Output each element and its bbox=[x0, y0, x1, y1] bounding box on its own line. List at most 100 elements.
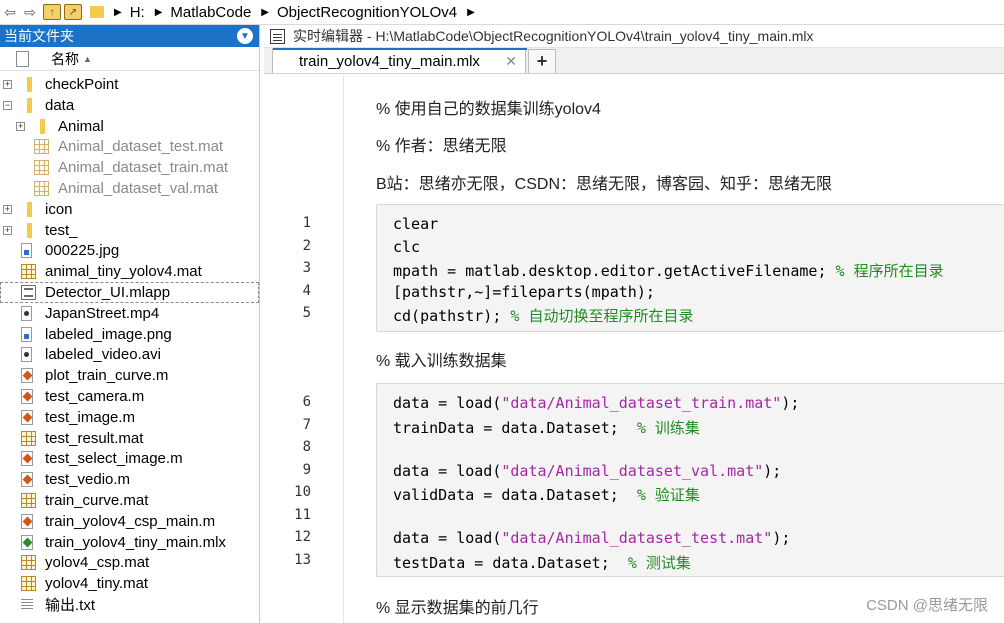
file-tree-item[interactable]: train_yolov4_tiny_main.mlx bbox=[0, 532, 259, 553]
file-tree-item[interactable]: train_yolov4_csp_main.m bbox=[0, 511, 259, 532]
file-tree-item[interactable]: + icon bbox=[0, 199, 259, 220]
line-number: 10 bbox=[294, 484, 311, 500]
file-tree-item[interactable]: test_image.m bbox=[0, 407, 259, 428]
forward-arrow-icon[interactable]: ⇨ bbox=[20, 2, 40, 22]
file-tree-item[interactable]: test_result.mat bbox=[0, 428, 259, 449]
file-tree-item[interactable]: JapanStreet.mp4 bbox=[0, 303, 259, 324]
code-line[interactable]: [pathstr,~]=fileparts(mpath); bbox=[393, 283, 655, 301]
file-tree-item[interactable]: labeled_video.avi bbox=[0, 344, 259, 365]
file-tree-item[interactable]: yolov4_csp.mat bbox=[0, 552, 259, 573]
video-file-icon bbox=[21, 347, 32, 363]
video-file-icon bbox=[21, 305, 32, 321]
browse-folder-icon[interactable]: ↗ bbox=[64, 4, 82, 20]
file-tree-item-label: test_result.mat bbox=[45, 429, 144, 447]
breadcrumb-project[interactable]: ObjectRecognitionYOLOv4 bbox=[277, 4, 457, 21]
file-tree-item[interactable]: + test_ bbox=[0, 220, 259, 241]
code-line[interactable]: mpath = matlab.desktop.editor.getActiveF… bbox=[393, 260, 944, 281]
code-line[interactable]: data = load("data/Animal_dataset_val.mat… bbox=[393, 462, 781, 480]
app-file-icon bbox=[21, 285, 36, 300]
expand-icon[interactable]: + bbox=[3, 225, 12, 235]
up-folder-icon[interactable]: ↑ bbox=[43, 4, 61, 20]
code-line[interactable]: validData = data.Dataset; % 验证集 bbox=[393, 484, 700, 505]
file-tree-item[interactable]: Animal_dataset_train.mat bbox=[0, 157, 259, 178]
file-tree-item[interactable]: animal_tiny_yolov4.mat bbox=[0, 261, 259, 282]
code-block-2[interactable]: data = load("data/Animal_dataset_train.m… bbox=[376, 383, 1004, 577]
text-heading-1[interactable]: % 使用自己的数据集训练yolov4 bbox=[376, 95, 601, 119]
file-tree-item[interactable]: train_curve.mat bbox=[0, 490, 259, 511]
line-number: 3 bbox=[302, 260, 311, 276]
folder-icon bbox=[27, 77, 32, 92]
file-tree-item[interactable]: plot_train_curve.m bbox=[0, 365, 259, 386]
file-tree-item[interactable]: test_camera.m bbox=[0, 386, 259, 407]
expand-icon[interactable]: + bbox=[3, 80, 12, 89]
panel-menu-icon[interactable]: ▼ bbox=[237, 28, 253, 44]
close-icon[interactable]: ✕ bbox=[505, 53, 517, 70]
code-text: testData = data.Dataset; bbox=[393, 553, 628, 572]
text-links[interactable]: B站：思绪亦无限，CSDN：思绪无限，博客园、知乎：思绪无限 bbox=[376, 170, 832, 194]
file-tree-item[interactable]: 000225.jpg bbox=[0, 240, 259, 261]
file-tree-item[interactable]: − data bbox=[0, 95, 259, 116]
breadcrumb-matlabcode[interactable]: MatlabCode bbox=[170, 4, 251, 21]
file-tree-item[interactable]: Animal_dataset_val.mat bbox=[0, 178, 259, 199]
file-tree-item-label: checkPoint bbox=[45, 76, 119, 93]
line-number: 7 bbox=[302, 416, 311, 433]
file-tree-item[interactable]: test_select_image.m bbox=[0, 448, 259, 469]
file-tree-item[interactable]: test_vedio.m bbox=[0, 469, 259, 490]
code-block-1[interactable]: clear clc mpath = matlab.desktop.editor.ge… bbox=[376, 204, 1004, 332]
m-file-icon bbox=[21, 389, 33, 404]
code-text: clear bbox=[393, 215, 439, 233]
file-tree-item-label: 000225.jpg bbox=[45, 242, 120, 260]
m-file-icon bbox=[21, 409, 33, 425]
editor-tab-bar: train_yolov4_tiny_main.mlx ✕ + bbox=[264, 48, 1004, 74]
file-tree-item[interactable]: 输出.txt bbox=[0, 594, 259, 615]
column-header[interactable]: 名称 ▲ bbox=[0, 47, 259, 71]
file-tree-item[interactable]: + checkPoint bbox=[0, 74, 259, 95]
breadcrumb-drive[interactable]: H: bbox=[130, 4, 145, 21]
back-arrow-icon[interactable]: ⇦ bbox=[0, 2, 20, 22]
code-line[interactable]: data = load("data/Animal_dataset_train.m… bbox=[393, 394, 799, 412]
file-tree-item-label: test_image.m bbox=[45, 408, 136, 426]
file-tree-item[interactable]: Animal_dataset_test.mat bbox=[0, 136, 259, 157]
tab-label: train_yolov4_tiny_main.mlx bbox=[299, 52, 480, 70]
chevron-right-icon[interactable]: ▶ bbox=[155, 7, 163, 18]
mat-file-icon bbox=[21, 493, 36, 508]
chevron-right-icon[interactable]: ▶ bbox=[114, 7, 122, 18]
mat-file-icon bbox=[21, 264, 36, 280]
file-tree-item[interactable]: labeled_image.png bbox=[0, 324, 259, 345]
line-number: 4 bbox=[302, 282, 311, 299]
code-comment: % 自动切换至程序所在目录 bbox=[510, 307, 694, 325]
file-tree-item-label: Animal_dataset_val.mat bbox=[58, 180, 219, 197]
code-line[interactable]: clc bbox=[393, 238, 420, 256]
file-tree-item-label: Animal_dataset_test.mat bbox=[58, 138, 224, 156]
file-tree-item[interactable]: yolov4_tiny.mat bbox=[0, 573, 259, 594]
chevron-right-icon[interactable]: ▶ bbox=[261, 7, 269, 18]
file-tree-item-label: test_vedio.m bbox=[45, 471, 131, 489]
code-line[interactable]: trainData = data.Dataset; % 训练集 bbox=[393, 417, 700, 438]
text-load-dataset[interactable]: % 载入训练数据集 bbox=[376, 347, 507, 371]
file-tree-item-label: test_camera.m bbox=[45, 388, 145, 405]
code-line[interactable]: cd(pathstr); % 自动切换至程序所在目录 bbox=[393, 305, 693, 326]
code-line[interactable]: clear bbox=[393, 215, 438, 233]
chevron-right-icon[interactable]: ▶ bbox=[467, 7, 475, 18]
file-tree-item[interactable]: Detector_UI.mlapp bbox=[0, 282, 259, 303]
tab-train-yolov4-tiny-main[interactable]: train_yolov4_tiny_main.mlx ✕ bbox=[272, 48, 527, 73]
text-author[interactable]: % 作者：思绪无限 bbox=[376, 132, 507, 156]
mat-file-icon bbox=[21, 430, 36, 446]
code-line[interactable]: testData = data.Dataset; % 测试集 bbox=[393, 552, 691, 573]
text-show-rows[interactable]: % 显示数据集的前几行 bbox=[376, 594, 539, 618]
file-tree-item[interactable]: + Animal bbox=[0, 116, 259, 137]
live-editor-icon bbox=[270, 28, 285, 44]
live-editor: 实时编辑器 - H:\MatlabCode\ObjectRecognitionY… bbox=[264, 25, 1004, 623]
code-text: data = load( bbox=[393, 461, 502, 480]
sort-ascending-icon: ▲ bbox=[83, 53, 92, 64]
code-comment: % 程序所在目录 bbox=[835, 262, 944, 280]
collapse-icon[interactable]: − bbox=[3, 100, 12, 110]
code-line[interactable]: data = load("data/Animal_dataset_test.ma… bbox=[393, 529, 790, 547]
new-tab-button[interactable]: + bbox=[528, 49, 556, 73]
m-file-icon bbox=[21, 513, 33, 529]
expand-icon[interactable]: + bbox=[3, 204, 12, 214]
image-file-icon bbox=[21, 243, 32, 259]
file-tree-item-label: animal_tiny_yolov4.mat bbox=[45, 263, 202, 281]
expand-icon[interactable]: + bbox=[16, 121, 25, 131]
column-name-label[interactable]: 名称 bbox=[51, 49, 79, 69]
